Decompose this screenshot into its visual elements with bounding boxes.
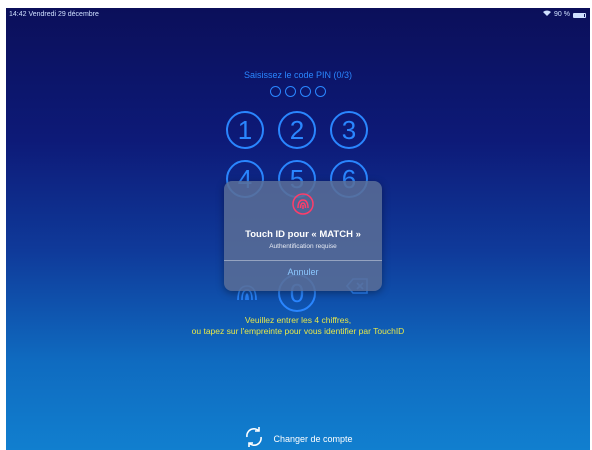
battery-level [574, 13, 584, 17]
dialog-subtitle: Authentification requise [269, 243, 337, 250]
switch-account-label: Changer de compte [273, 433, 353, 444]
status-bar: 14:42 Vendredi 29 décembre 90 % [6, 8, 590, 22]
battery-text: 90 % [554, 11, 570, 18]
pin-dot [270, 86, 281, 97]
pin-instructions: Veuillez entrer les 4 chiffres, ou tapez… [6, 315, 590, 337]
status-time-date: 14:42 Vendredi 29 décembre [9, 11, 99, 18]
pin-title: Saisissez le code PIN (0/3) [243, 70, 353, 80]
pin-dots [6, 86, 590, 97]
instructions-line-1: Veuillez entrer les 4 chiffres, [244, 315, 352, 325]
lock-screen: 14:42 Vendredi 29 décembre 90 % Saisisse… [6, 8, 590, 450]
cancel-button[interactable]: Annuler [224, 267, 382, 277]
key-1[interactable]: 1 [226, 111, 264, 149]
switch-account-button[interactable]: Changer de compte [6, 426, 590, 450]
pin-dot [315, 86, 326, 97]
wifi-icon [543, 8, 552, 22]
status-right: 90 % [543, 8, 586, 22]
dialog-divider [224, 260, 382, 261]
key-2[interactable]: 2 [278, 111, 316, 149]
refresh-icon [243, 426, 265, 450]
pin-dot [285, 86, 296, 97]
pin-dot [300, 86, 311, 97]
key-3[interactable]: 3 [330, 111, 368, 149]
fingerprint-icon [291, 192, 315, 216]
dialog-title: Touch ID pour « MATCH » [245, 229, 361, 240]
battery-icon [573, 12, 586, 18]
instructions-line-2: ou tapez sur l'empreinte pour vous ident… [191, 326, 405, 336]
touchid-dialog: Touch ID pour « MATCH » Authentification… [224, 181, 382, 291]
